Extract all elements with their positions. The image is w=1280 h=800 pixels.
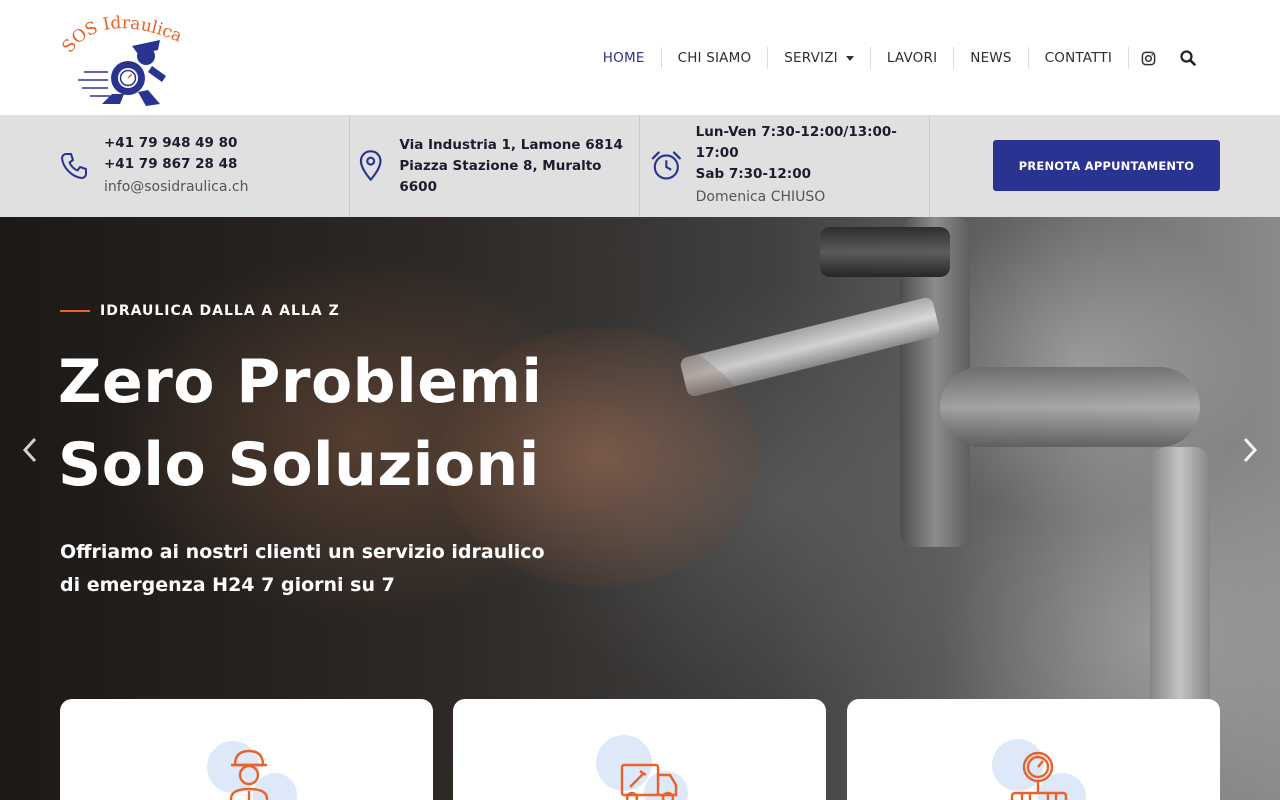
divider xyxy=(639,115,640,217)
divider xyxy=(349,115,350,217)
pressure-gauge-pipes-icon xyxy=(991,739,1086,800)
phone-icon xyxy=(61,153,87,179)
phone-number-2[interactable]: +41 79 867 28 48 xyxy=(104,154,248,175)
service-card[interactable] xyxy=(847,699,1220,800)
logo[interactable]: SOS Idraulica xyxy=(58,6,192,110)
hours-weekdays: Lun-Ven 7:30-12:00/13:00-17:00 xyxy=(695,124,897,161)
nav-home-label: HOME xyxy=(602,50,645,66)
site-header: SOS Idraulica HOME CHI SIAM xyxy=(0,0,1280,115)
nav-contatti[interactable]: CONTATTI xyxy=(1027,47,1128,69)
nav-news-label: NEWS xyxy=(970,50,1012,66)
map-pin-icon xyxy=(359,150,382,182)
email-link[interactable]: info@sosidraulica.ch xyxy=(104,177,248,198)
address-line-2: Piazza Stazione 8, Muralto 6600 xyxy=(399,157,602,195)
nav-contatti-label: CONTATTI xyxy=(1044,50,1112,66)
chevron-left-icon[interactable] xyxy=(18,435,42,465)
service-truck-icon xyxy=(595,735,688,800)
hero-headline: Zero Problemi Solo Soluzioni xyxy=(58,341,698,507)
service-card[interactable] xyxy=(453,699,826,800)
divider xyxy=(929,115,930,217)
main-nav: HOME CHI SIAMO SERVIZI LAVORI NEWS CONTA… xyxy=(587,44,1208,72)
nav-lavori[interactable]: LAVORI xyxy=(869,47,953,69)
phone-block: +41 79 948 49 80 +41 79 867 28 48 info@s… xyxy=(58,115,348,217)
headline-line-1: Zero Problemi xyxy=(58,347,543,417)
nav-news[interactable]: NEWS xyxy=(953,47,1027,69)
contact-info-bar: +41 79 948 49 80 +41 79 867 28 48 info@s… xyxy=(0,115,1280,217)
service-card[interactable] xyxy=(60,699,433,800)
phone-number-1[interactable]: +41 79 948 49 80 xyxy=(104,133,248,154)
hours-block: Lun-Ven 7:30-12:00/13:00-17:00 Sab 7:30-… xyxy=(650,115,930,217)
search-icon[interactable] xyxy=(1168,47,1208,69)
hours-saturday: Sab 7:30-12:00 xyxy=(695,166,811,182)
nav-home[interactable]: HOME xyxy=(587,47,661,69)
logo-mascot-icon: SOS Idraulica xyxy=(58,13,185,106)
chevron-right-icon[interactable] xyxy=(1238,435,1262,465)
alarm-clock-icon xyxy=(651,151,681,180)
address-block: Via Industria 1, Lamone 6814 Piazza Staz… xyxy=(358,115,638,217)
hero-eyebrow: IDRAULICA DALLA A ALLA Z xyxy=(60,303,340,319)
hours-sunday: Domenica CHIUSO xyxy=(695,189,826,205)
eyebrow-text: IDRAULICA DALLA A ALLA Z xyxy=(100,303,340,319)
logo-text: SOS Idraulica xyxy=(58,13,184,57)
hero-subtitle: Offriamo ai nostri clienti un servizio i… xyxy=(60,536,620,602)
instagram-icon[interactable] xyxy=(1128,47,1168,69)
book-appointment-button[interactable]: PRENOTA APPUNTAMENTO xyxy=(993,140,1220,191)
nav-servizi[interactable]: SERVIZI xyxy=(767,47,870,69)
address-line-1: Via Industria 1, Lamone 6814 xyxy=(399,136,623,153)
headline-line-2: Solo Soluzioni xyxy=(58,430,540,500)
subtitle-line-2: di emergenza H24 7 giorni su 7 xyxy=(60,574,395,596)
eyebrow-line xyxy=(60,310,90,312)
nav-servizi-label: SERVIZI xyxy=(784,50,838,66)
caret-down-icon xyxy=(845,55,854,61)
svg-text:SOS Idraulica: SOS Idraulica xyxy=(62,13,185,57)
nav-lavori-label: LAVORI xyxy=(886,50,938,66)
nav-chi-siamo-label: CHI SIAMO xyxy=(677,50,752,66)
nav-chi-siamo[interactable]: CHI SIAMO xyxy=(660,47,768,69)
plumber-worker-icon xyxy=(206,741,297,800)
subtitle-line-1: Offriamo ai nostri clienti un servizio i… xyxy=(60,541,545,563)
